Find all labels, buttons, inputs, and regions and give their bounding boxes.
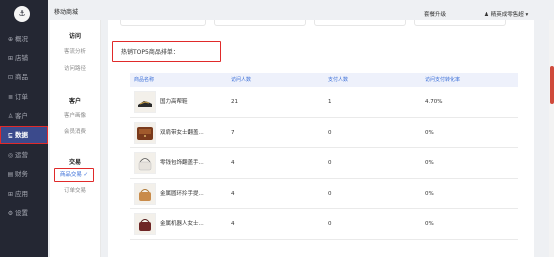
visits-cell: 4: [231, 221, 235, 227]
visits-cell: 4: [231, 160, 235, 166]
sidebar-item-products[interactable]: ⊡ 商品: [0, 69, 48, 85]
column-header: 访问支付转化率: [425, 77, 461, 83]
sidebar-item-label: 财务: [15, 170, 28, 178]
product-thumbnail: [134, 182, 156, 205]
subnav-item-member[interactable]: 会员消费: [50, 127, 100, 135]
product-thumbnail: [134, 152, 156, 174]
app-title: 移动商城: [54, 9, 79, 16]
sidebar-item-label: 订单: [15, 93, 28, 101]
column-header: 商品名称: [134, 77, 155, 83]
subnav-item-profile[interactable]: 客户画像: [50, 111, 100, 119]
logo[interactable]: ⚓: [14, 6, 30, 22]
subnav-item-product-trade[interactable]: 商品交易 ✓: [54, 168, 94, 182]
sidebar-item-orders[interactable]: ≣ 订单: [0, 89, 48, 105]
product-name[interactable]: 金属圆环拎手提...: [160, 179, 204, 209]
sidebar-item-settings[interactable]: ⚙ 设置: [0, 205, 48, 221]
summary-card: [314, 20, 406, 26]
product-name[interactable]: 金属机器人女士...: [160, 209, 204, 239]
operations-icon: ◎: [7, 152, 14, 159]
apps-icon: ⊞: [7, 191, 14, 198]
sidebar-item-label: 应用: [15, 190, 28, 198]
product-thumbnail: [134, 213, 156, 235]
customers-icon: ♙: [7, 113, 14, 120]
sidebar-item-store[interactable]: ⊞ 店铺: [0, 50, 48, 66]
product-thumbnail: [134, 91, 156, 113]
table-row[interactable]: 零钱包饰翻盖手... 4 0 0%: [130, 148, 518, 179]
sub-navigation: 访问 客流分析 访问路径 客户 客户画像 会员消费 交易 商品交易 ✓ 订单交易: [50, 20, 101, 257]
sidebar-item-label: 店铺: [15, 54, 28, 62]
rate-cell: 4.70%: [425, 99, 443, 105]
sidebar-item-customers[interactable]: ♙ 客户: [0, 108, 48, 124]
sidebar-item-label: 客户: [15, 112, 28, 120]
product-thumbnail: [134, 121, 156, 144]
scrollbar-thumb[interactable]: [549, 66, 554, 104]
visits-cell: 4: [231, 190, 235, 197]
subnav-item-path[interactable]: 访问路径: [50, 64, 100, 72]
rate-cell: 0%: [425, 190, 434, 197]
payers-cell: 1: [328, 99, 332, 105]
sidebar-item-apps[interactable]: ⊞ 应用: [0, 186, 48, 202]
subnav-group-title: 交易: [68, 159, 81, 166]
sidebar-item-label: 运营: [15, 151, 28, 159]
sidebar-item-finance[interactable]: ▤ 财务: [0, 166, 48, 182]
product-name[interactable]: 双肩带女士翻盖...: [160, 118, 204, 148]
user-name: 精英成零售超: [490, 12, 524, 18]
visits-cell: 21: [231, 99, 238, 105]
payers-cell: 0: [328, 129, 332, 136]
table-row[interactable]: 双肩带女士翻盖... 7 0 0%: [130, 118, 518, 148]
chevron-down-icon: ▾: [525, 12, 529, 18]
payers-cell: 0: [328, 190, 332, 197]
store-icon: ⊞: [7, 55, 14, 62]
sidebar-item-data[interactable]: ⊑ 数据: [0, 126, 48, 144]
user-icon: ♟: [484, 12, 489, 18]
upgrade-link[interactable]: 套餐升级: [424, 10, 446, 18]
rate-cell: 0%: [425, 221, 434, 227]
subnav-group-title: 访问: [68, 33, 81, 40]
column-header: 访问人数: [231, 77, 252, 83]
orders-icon: ≣: [7, 94, 14, 101]
sidebar: ⚓ ⊕ 概况 ⊞ 店铺 ⊡ 商品 ≣ 订单 ♙ 客户 ⊑ 数据 ◎ 运营 ▤ 财务 ⊞ 应用 ⚙ 设…: [0, 0, 48, 257]
product-name[interactable]: 国力高帮鞋: [160, 87, 188, 117]
sidebar-item-label: 数据: [15, 131, 28, 139]
summary-card: [414, 20, 506, 26]
visits-cell: 7: [231, 129, 235, 136]
scrollbar[interactable]: [549, 20, 554, 257]
rate-cell: 0%: [425, 129, 434, 136]
subnav-group-title: 客户: [68, 98, 81, 105]
panel-title: 热销TOP5商品排单：: [112, 41, 221, 62]
column-header: 支付人数: [328, 77, 349, 83]
table-header: 商品名称 访问人数 支付人数 访问支付转化率: [130, 73, 518, 87]
subnav-item-traffic[interactable]: 客流分析: [50, 47, 100, 55]
sidebar-item-label: 概况: [15, 35, 28, 43]
overview-icon: ⊕: [7, 36, 14, 43]
gear-icon: ⚙: [7, 210, 14, 217]
payers-cell: 0: [328, 160, 332, 166]
sidebar-item-operations[interactable]: ◎ 运营: [0, 147, 48, 163]
rate-cell: 0%: [425, 160, 434, 166]
data-icon: ⊑: [7, 132, 14, 139]
table-row[interactable]: 金属机器人女士... 4 0 0%: [130, 209, 518, 240]
user-menu[interactable]: ♟ 精英成零售超 ▾: [484, 10, 528, 18]
product-name[interactable]: 零钱包饰翻盖手...: [160, 148, 204, 178]
table-row[interactable]: 国力高帮鞋 21 1 4.70%: [130, 87, 518, 118]
sidebar-item-overview[interactable]: ⊕ 概况: [0, 31, 48, 47]
payers-cell: 0: [328, 221, 332, 227]
summary-card: [120, 20, 206, 26]
sidebar-item-label: 设置: [15, 209, 28, 217]
products-icon: ⊡: [7, 74, 14, 81]
table-row[interactable]: 金属圆环拎手提... 4 0 0%: [130, 179, 518, 209]
sidebar-item-label: 商品: [15, 73, 28, 81]
finance-icon: ▤: [7, 171, 14, 178]
summary-card: [214, 20, 306, 26]
top-products-table: 商品名称 访问人数 支付人数 访问支付转化率 国力高帮鞋 21 1 4.70% …: [130, 73, 518, 240]
subnav-item-order-trade[interactable]: 订单交易: [50, 186, 100, 194]
